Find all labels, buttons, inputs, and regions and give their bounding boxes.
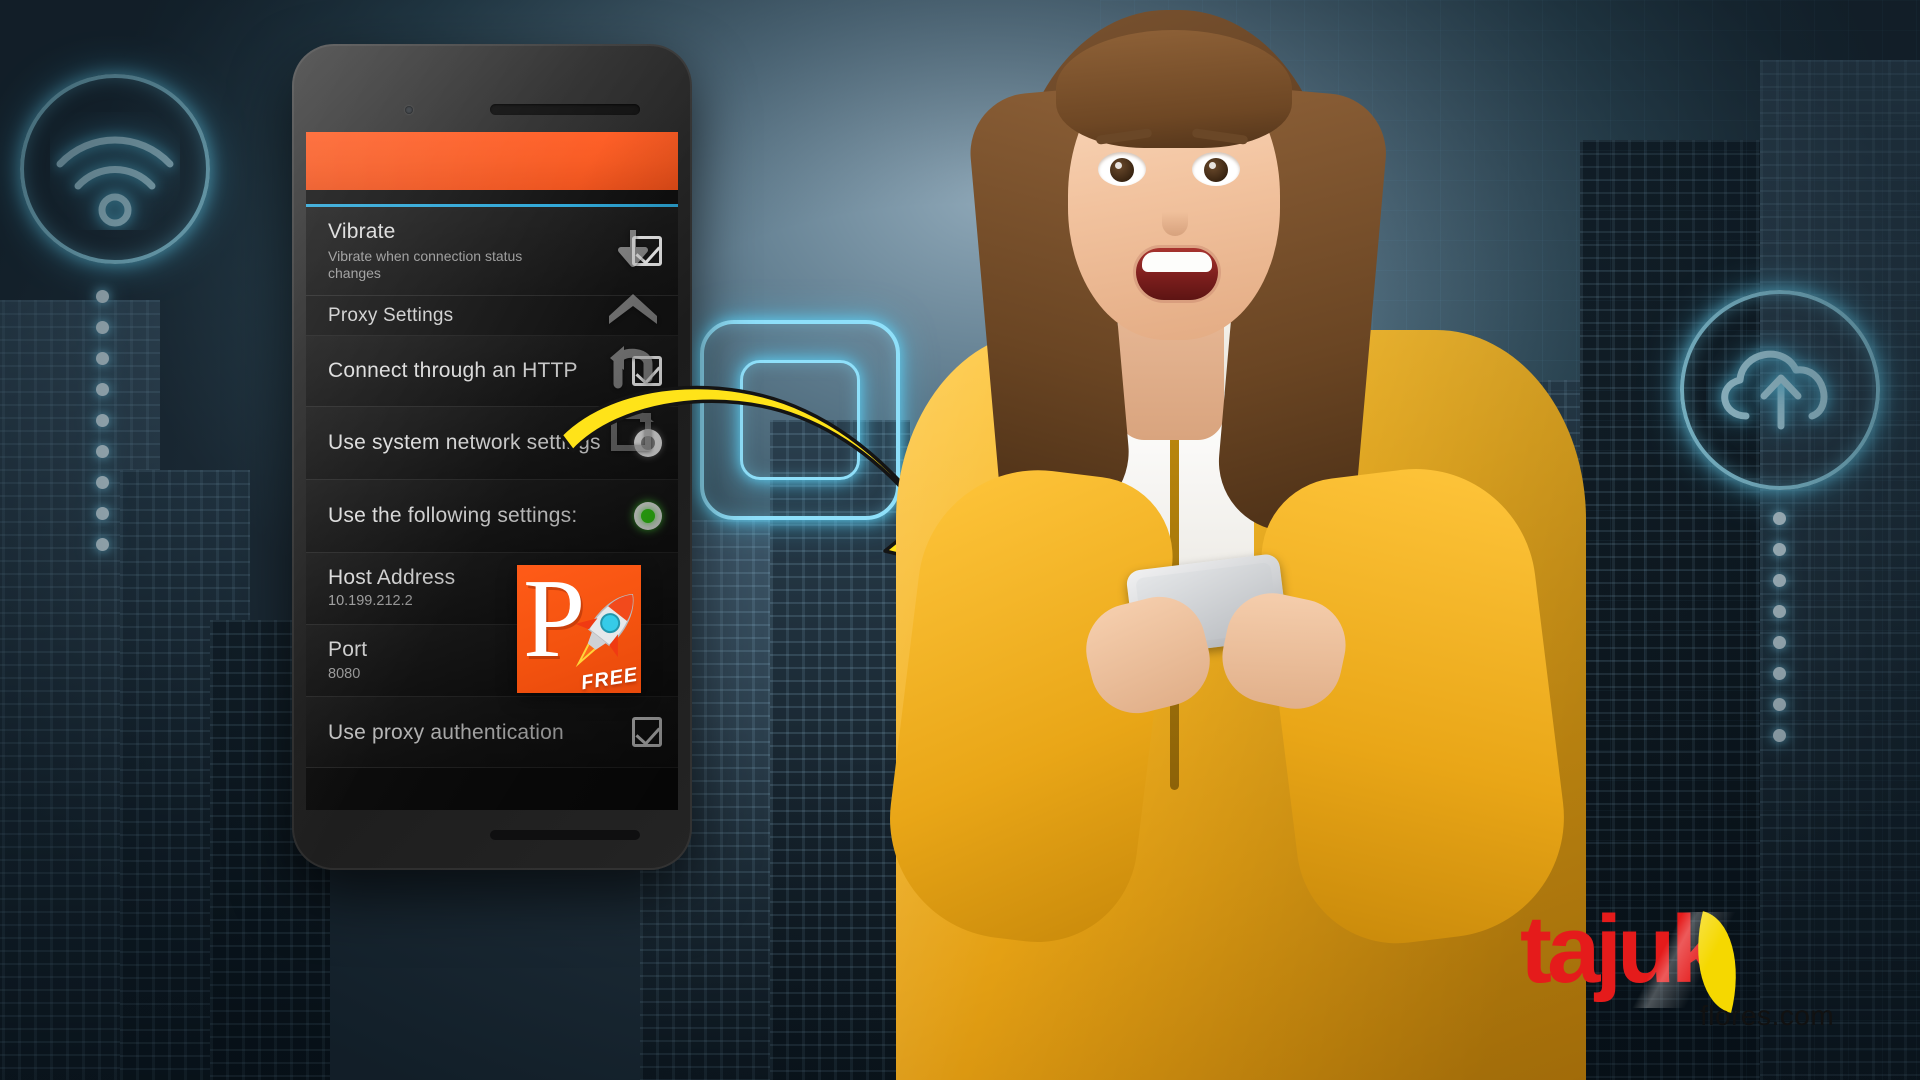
eye-left (1098, 152, 1146, 186)
setting-subtitle: Vibrate when connection status changes (328, 247, 523, 281)
setting-title: Vibrate (328, 220, 396, 243)
setting-row-connect-http[interactable]: Connect through an HTTP (306, 335, 678, 407)
setting-row-vibrate[interactable]: Vibrate Vibrate when connection status c… (306, 207, 678, 296)
smiling-woman-with-phone (876, 0, 1600, 1080)
setting-row-use-system-network[interactable]: Use system network settings (306, 406, 678, 480)
setting-title: Use system network settings (328, 431, 601, 455)
app-icon-proxy-free[interactable]: P FREE (517, 565, 641, 693)
setting-title: Use the following settings: (328, 504, 578, 528)
setting-title: Port (328, 638, 368, 662)
setting-title: Connect through an HTTP (328, 359, 578, 383)
use-system-network-radio[interactable] (634, 428, 662, 457)
hair-fringe (1056, 30, 1292, 148)
use-proxy-auth-checkbox[interactable] (632, 717, 662, 748)
screenshot-canvas: Vibrate Vibrate when connection status c… (0, 0, 1920, 1080)
phone-screen: Vibrate Vibrate when connection status c… (306, 132, 678, 810)
setting-row-use-following[interactable]: Use the following settings: (306, 479, 678, 553)
phone-mockup: Vibrate Vibrate when connection status c… (292, 44, 692, 870)
use-following-radio[interactable] (634, 501, 662, 530)
setting-title: Host Address (328, 565, 456, 589)
setting-row-use-proxy-auth[interactable]: Use proxy authentication (306, 697, 678, 769)
earpiece-speaker (490, 104, 640, 115)
eye-right (1192, 152, 1240, 186)
open-smiling-mouth (1136, 248, 1218, 300)
port-value: 8080 (328, 665, 361, 682)
setting-title: Use proxy authentication (328, 720, 564, 744)
setting-row-proxy-settings: Proxy Settings (306, 295, 678, 336)
host-address-value: 10.199.212.2 (328, 593, 413, 610)
bottom-speaker (490, 830, 640, 840)
vibrate-checkbox[interactable] (632, 235, 662, 266)
front-camera-icon (405, 106, 413, 114)
app-bar (306, 132, 678, 190)
tajuk-flores-logo: tajuk flores.com (1520, 900, 1920, 1080)
logo-domain: flores.com (1700, 1000, 1835, 1031)
logo-wordmark: tajuk (1520, 896, 1724, 1003)
nose (1162, 196, 1188, 236)
connect-http-checkbox[interactable] (632, 355, 662, 386)
section-header: Proxy Settings (328, 304, 454, 326)
